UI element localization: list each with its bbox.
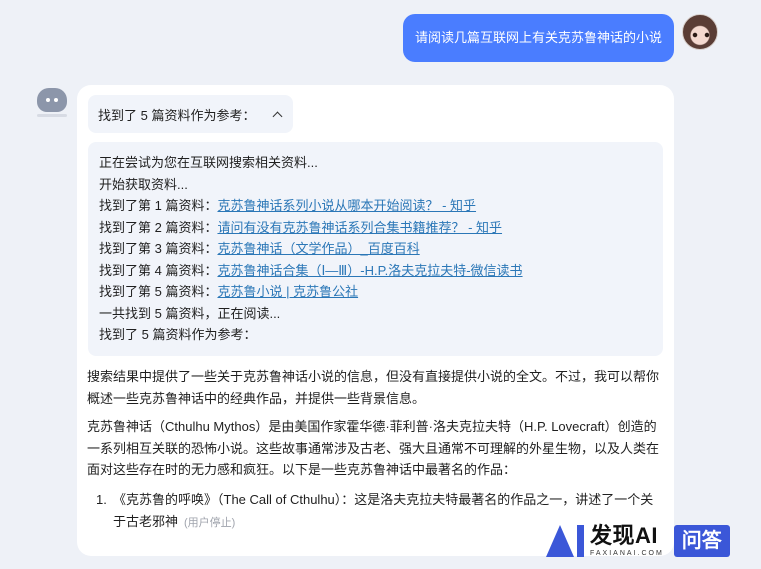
answer-paragraph: 克苏鲁神话（Cthulhu Mythos）是由美国作家霍华德·菲利普·洛夫克拉夫… (87, 419, 660, 477)
search-result-item: 找到了第 1 篇资料：克苏鲁神话系列小说从哪本开始阅读？ - 知乎 (99, 195, 653, 217)
search-result-item: 找到了第 4 篇资料：克苏鲁神话合集（Ⅰ—Ⅲ）-H.P.洛夫克拉夫特-微信读书 (99, 260, 653, 282)
search-log-line: 正在尝试为您在互联网搜索相关资料... (99, 155, 318, 170)
search-result-item: 找到了第 3 篇资料：克苏鲁神话（文学作品）_百度百科 (99, 238, 653, 260)
search-result-prefix: 找到了第 5 篇资料： (99, 284, 218, 299)
user-avatar-icon (682, 14, 718, 50)
search-log-panel: 正在尝试为您在互联网搜索相关资料... 开始获取资料... 找到了第 1 篇资料… (88, 142, 663, 356)
search-result-link[interactable]: 克苏鲁神话（文学作品）_百度百科 (217, 241, 419, 256)
watermark: 发现AI FAXIANAI.COM 问答 (546, 520, 730, 562)
search-result-prefix: 找到了第 4 篇资料： (99, 262, 218, 278)
watermark-subtitle: FAXIANAI.COM (590, 550, 664, 557)
search-result-link[interactable]: 请问有没有克苏鲁神话系列合集书籍推荐？ - 知乎 (217, 220, 502, 235)
search-result-prefix: 找到了第 1 篇资料： (99, 198, 218, 213)
search-result-item: 找到了第 2 篇资料：请问有没有克苏鲁神话系列合集书籍推荐？ - 知乎 (99, 217, 653, 239)
bot-answer-card: 找到了 5 篇资料作为参考： 正在尝试为您在互联网搜索相关资料... 开始获取资… (77, 85, 674, 556)
search-result-item: 找到了第 5 篇资料：克苏鲁小说 | 克苏鲁公社 (99, 281, 653, 303)
robot-avatar-icon (37, 88, 67, 112)
watermark-badge: 问答 (673, 525, 730, 557)
search-result-prefix: 找到了第 3 篇资料： (99, 241, 218, 256)
user-message-bubble: 请阅读几篇互联网上有关克苏鲁神话的小说 (402, 14, 674, 62)
search-result-link[interactable]: 克苏鲁神话系列小说从哪本开始阅读？ - 知乎 (217, 198, 476, 213)
chevron-up-icon[interactable] (272, 111, 283, 121)
stopped-label: (用户停止) (184, 516, 236, 529)
search-results-toggle[interactable]: 找到了 5 篇资料作为参考： (88, 95, 293, 133)
search-result-prefix: 找到了第 2 篇资料： (99, 219, 218, 235)
search-results-toggle-label: 找到了 5 篇资料作为参考： (98, 107, 256, 123)
user-message-row: 请阅读几篇互联网上有关克苏鲁神话的小说 (402, 14, 674, 62)
answer-paragraph: 搜索结果中提供了一些关于克苏鲁神话小说的信息，但没有直接提供小说的全文。不过，我… (87, 369, 660, 406)
watermark-title: 发现AI (590, 523, 659, 548)
search-log-line: 找到了 5 篇资料作为参考： (99, 327, 257, 342)
list-number: 1. (96, 492, 107, 507)
search-log-line: 一共找到 5 篇资料，正在阅读... (99, 305, 281, 321)
watermark-text: 发现AI FAXIANAI.COM (590, 523, 664, 559)
search-log-line: 开始获取资料... (99, 176, 188, 192)
robot-avatar-shadow (37, 114, 67, 117)
search-result-link[interactable]: 克苏鲁小说 | 克苏鲁公社 (217, 284, 358, 299)
ai-logo-icon (546, 523, 586, 559)
search-result-link[interactable]: 克苏鲁神话合集（Ⅰ—Ⅲ）-H.P.洛夫克拉夫特-微信读书 (217, 263, 522, 278)
